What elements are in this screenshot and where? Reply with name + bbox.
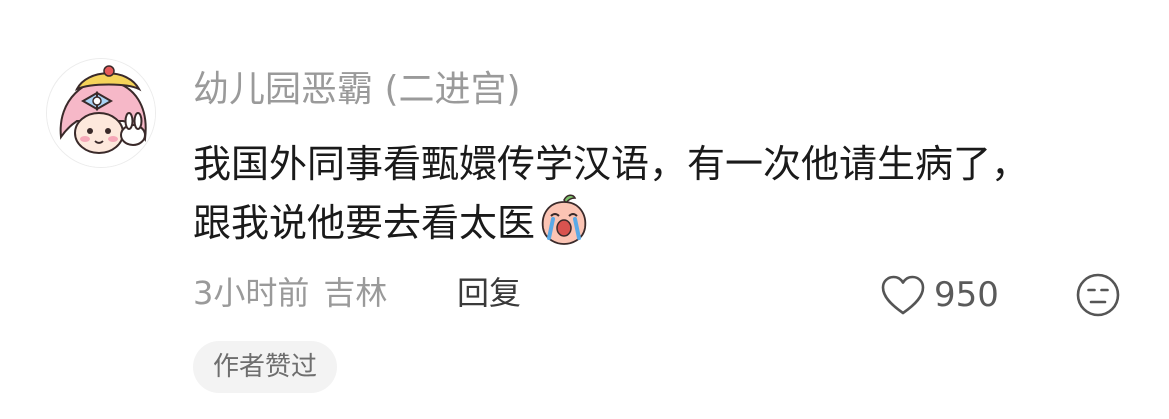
comment-text-line: 我国外同事看甄嬛传学汉语，有一次他请生病了， xyxy=(193,142,1030,186)
comment-item: 幼儿园恶霸 (二进宫) 我国外同事看甄嬛传学汉语，有一次他请生病了， 跟我说他要… xyxy=(0,0,1169,419)
meh-face-icon xyxy=(1076,273,1120,317)
username[interactable]: 幼儿园恶霸 (二进宫) xyxy=(193,66,521,114)
cartoon-girl-avatar-icon xyxy=(47,59,155,167)
comment-text-segment: 跟我说他要去看太医 xyxy=(193,201,536,245)
heart-outline-icon xyxy=(881,275,925,315)
comment-time: 3小时前 xyxy=(193,274,310,312)
reply-button[interactable]: 回复 xyxy=(457,270,521,316)
comment-location: 吉林 xyxy=(323,274,388,312)
avatar[interactable] xyxy=(46,58,156,168)
like-button[interactable]: 950 xyxy=(880,272,999,318)
dislike-button[interactable] xyxy=(1075,272,1121,318)
comment-text: 我国外同事看甄嬛传学汉语，有一次他请生病了， 跟我说他要去看太医 xyxy=(193,136,1133,251)
comment-text-line: 跟我说他要去看太医 xyxy=(193,192,1133,251)
comment-meta: 3小时前 吉林 xyxy=(193,270,387,316)
crying-peach-emoji-icon xyxy=(537,192,591,246)
like-count: 950 xyxy=(934,275,999,315)
author-liked-badge: 作者赞过 xyxy=(193,341,338,393)
